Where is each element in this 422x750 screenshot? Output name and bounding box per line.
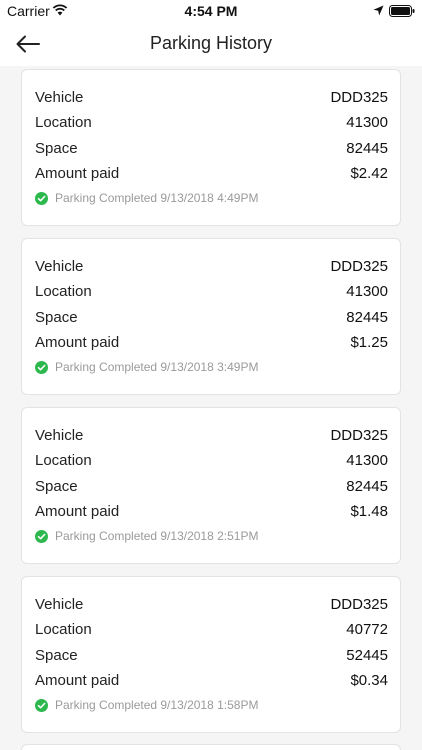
nav-bar: Parking History	[0, 22, 422, 66]
vehicle-row: Vehicle DDD325	[35, 427, 388, 449]
space-row: Space 52445	[35, 647, 388, 669]
space-row: Space 82445	[35, 309, 388, 331]
space-label: Space	[35, 140, 78, 157]
location-row: Location 41300	[35, 283, 388, 305]
vehicle-label: Vehicle	[35, 258, 84, 275]
space-value: 82445	[346, 140, 388, 157]
location-label: Location	[35, 283, 92, 300]
location-row: Location 40772	[35, 621, 388, 643]
status-text: Parking Completed 9/13/2018 1:58PM	[55, 698, 259, 712]
space-label: Space	[35, 309, 78, 326]
vehicle-value: DDD325	[330, 427, 388, 444]
parking-history-list[interactable]: Vehicle DDD325 Location 41300 Space 8244…	[0, 66, 422, 750]
amount-label: Amount paid	[35, 503, 120, 520]
status-text: Parking Completed 9/13/2018 3:49PM	[55, 360, 259, 374]
page-title: Parking History	[149, 33, 273, 53]
vehicle-label: Vehicle	[35, 89, 84, 106]
amount-value: $2.42	[350, 165, 388, 182]
location-value: 40772	[346, 621, 388, 638]
amount-row: Amount paid $1.25	[35, 334, 388, 356]
amount-value: $0.34	[350, 672, 388, 689]
vehicle-label: Vehicle	[35, 427, 84, 444]
location-row: Location 41300	[35, 114, 388, 136]
parking-record-card[interactable]: Vehicle DDD325 Location 41300 Space 8244…	[21, 238, 401, 395]
amount-value: $1.48	[350, 503, 388, 520]
parking-record-card[interactable]: Vehicle DDD325 Location 41300 Space 8244…	[21, 69, 401, 226]
location-value: 41300	[346, 452, 388, 469]
amount-row: Amount paid $0.34	[35, 672, 388, 694]
amount-row: Amount paid $1.48	[35, 503, 388, 525]
vehicle-value: DDD325	[330, 89, 388, 106]
amount-value: $1.25	[350, 334, 388, 351]
amount-row: Amount paid $2.42	[35, 165, 388, 187]
check-circle-icon	[35, 699, 48, 712]
location-label: Location	[35, 621, 92, 638]
status-text: Parking Completed 9/13/2018 4:49PM	[55, 191, 259, 205]
vehicle-row: Vehicle DDD325	[35, 596, 388, 618]
space-value: 82445	[346, 478, 388, 495]
vehicle-row: Vehicle DDD325	[35, 89, 388, 111]
clock: 4:54 PM	[184, 3, 238, 19]
check-circle-icon	[35, 361, 48, 374]
location-value: 41300	[346, 283, 388, 300]
space-row: Space 82445	[35, 478, 388, 500]
status-text: Parking Completed 9/13/2018 2:51PM	[55, 529, 259, 543]
amount-label: Amount paid	[35, 165, 120, 182]
location-arrow-icon	[373, 5, 384, 16]
vehicle-value: DDD325	[330, 258, 388, 275]
location-label: Location	[35, 452, 92, 469]
location-label: Location	[35, 114, 92, 131]
location-row: Location 41300	[35, 452, 388, 474]
check-circle-icon	[35, 192, 48, 205]
parking-record-card[interactable]: Vehicle DDD325 Location 41300 Space 8244…	[21, 407, 401, 564]
space-label: Space	[35, 478, 78, 495]
amount-label: Amount paid	[35, 672, 120, 689]
vehicle-value: DDD325	[330, 596, 388, 613]
space-value: 82445	[346, 309, 388, 326]
space-row: Space 82445	[35, 140, 388, 162]
space-label: Space	[35, 647, 78, 664]
parking-record-card[interactable]: Vehicle DDD325 Location 40772 Space 5244…	[21, 576, 401, 733]
location-value: 41300	[346, 114, 388, 131]
battery-icon	[389, 5, 415, 17]
space-value: 52445	[346, 647, 388, 664]
vehicle-row: Vehicle DDD325	[35, 258, 388, 280]
check-circle-icon	[35, 530, 48, 543]
amount-label: Amount paid	[35, 334, 120, 351]
status-bar: Carrier 4:54 PM	[0, 0, 422, 22]
parking-record-card[interactable]	[21, 744, 401, 750]
vehicle-label: Vehicle	[35, 596, 84, 613]
